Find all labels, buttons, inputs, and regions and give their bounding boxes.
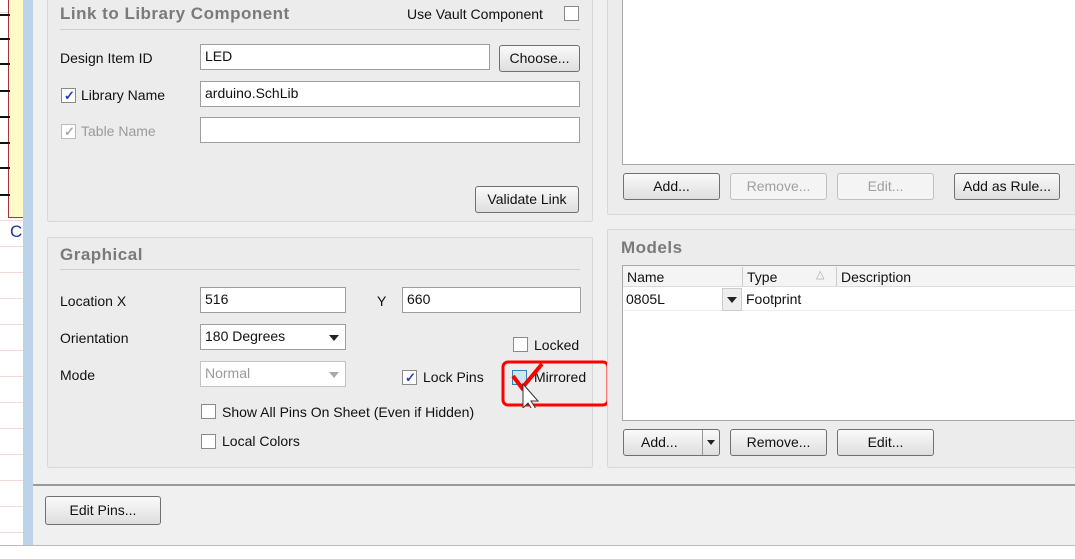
lock-pins-checkbox[interactable] (402, 370, 417, 386)
show-all-pins-checkbox[interactable] (201, 404, 216, 419)
column-description[interactable]: Description (841, 269, 911, 285)
schematic-background (0, 545, 1075, 559)
pin (0, 90, 10, 92)
table-name-label: Table Name (81, 123, 156, 139)
pin (0, 38, 10, 40)
pin (0, 194, 10, 196)
local-colors-label: Local Colors (222, 433, 300, 449)
group-title: Link to Library Component (60, 4, 290, 23)
window-border (23, 0, 33, 545)
schematic-component (8, 0, 24, 218)
location-x-label: Location X (60, 293, 127, 309)
model-name: 0805L (626, 291, 665, 307)
column-name[interactable]: Name (627, 269, 664, 285)
divider (60, 269, 580, 270)
models-remove-button[interactable]: Remove... (730, 429, 827, 456)
design-item-label: Design Item ID (60, 50, 153, 66)
column-divider (742, 267, 743, 286)
orientation-select[interactable]: 180 Degrees (200, 324, 346, 350)
pin (0, 116, 10, 118)
use-vault-checkbox[interactable] (564, 6, 579, 21)
design-item-input[interactable]: LED (200, 44, 490, 70)
sort-asc-icon: △ (816, 269, 825, 281)
library-name-label: Library Name (81, 87, 166, 103)
parameters-add-button[interactable]: Add... (623, 173, 720, 200)
graphical-group (47, 237, 593, 468)
parameters-remove-button: Remove... (730, 173, 827, 200)
location-y-input[interactable]: 660 (402, 287, 581, 313)
annotation-highlight (501, 360, 610, 408)
add-as-rule-button[interactable]: Add as Rule... (954, 173, 1060, 200)
location-y-label: Y (377, 293, 387, 309)
group-title: Models (621, 238, 683, 257)
show-all-pins-label: Show All Pins On Sheet (Even if Hidden) (222, 404, 475, 420)
mode-label: Mode (60, 367, 96, 383)
table-name-checkbox (61, 124, 76, 140)
chevron-down-icon (329, 335, 339, 341)
mode-value: Normal (205, 365, 251, 381)
chevron-down-icon (329, 372, 339, 378)
orientation-label: Orientation (60, 330, 129, 346)
pin (0, 14, 10, 16)
group-title: Graphical (60, 245, 143, 264)
annotation-check-icon (511, 362, 544, 392)
parameters-edit-button: Edit... (837, 173, 934, 200)
pin (0, 63, 10, 65)
lock-pins-label: Lock Pins (423, 369, 484, 385)
divider (60, 29, 580, 30)
split-divider (702, 430, 703, 455)
models-edit-button[interactable]: Edit... (837, 429, 934, 456)
pin (0, 167, 10, 169)
column-type[interactable]: Type (747, 269, 777, 285)
add-label: Add... (641, 434, 678, 450)
locked-checkbox[interactable] (513, 337, 528, 352)
table-row[interactable]: 0805L Footprint (623, 288, 1075, 311)
schematic-label: C (10, 222, 23, 241)
divider (33, 484, 1075, 486)
choose-button[interactable]: Choose... (499, 45, 580, 72)
validate-link-button[interactable]: Validate Link (475, 186, 579, 213)
use-vault-label: Use Vault Component (407, 6, 543, 22)
parameters-list[interactable] (622, 0, 1075, 165)
local-colors-checkbox[interactable] (201, 434, 216, 449)
library-name-input[interactable]: arduino.SchLib (200, 81, 580, 107)
library-name-checkbox[interactable] (61, 88, 76, 104)
chevron-down-icon (727, 297, 737, 303)
mode-select: Normal (200, 361, 346, 387)
model-name-dropdown[interactable] (722, 288, 742, 311)
models-add-button[interactable]: Add... (623, 429, 720, 456)
orientation-value: 180 Degrees (205, 328, 286, 344)
model-type: Footprint (746, 291, 802, 307)
location-x-input[interactable]: 516 (200, 287, 346, 313)
chevron-down-icon[interactable] (707, 440, 715, 445)
locked-label: Locked (534, 337, 580, 353)
edit-pins-button[interactable]: Edit Pins... (45, 496, 161, 525)
column-divider (836, 267, 837, 286)
table-name-input[interactable] (200, 117, 580, 143)
pin (0, 142, 10, 144)
